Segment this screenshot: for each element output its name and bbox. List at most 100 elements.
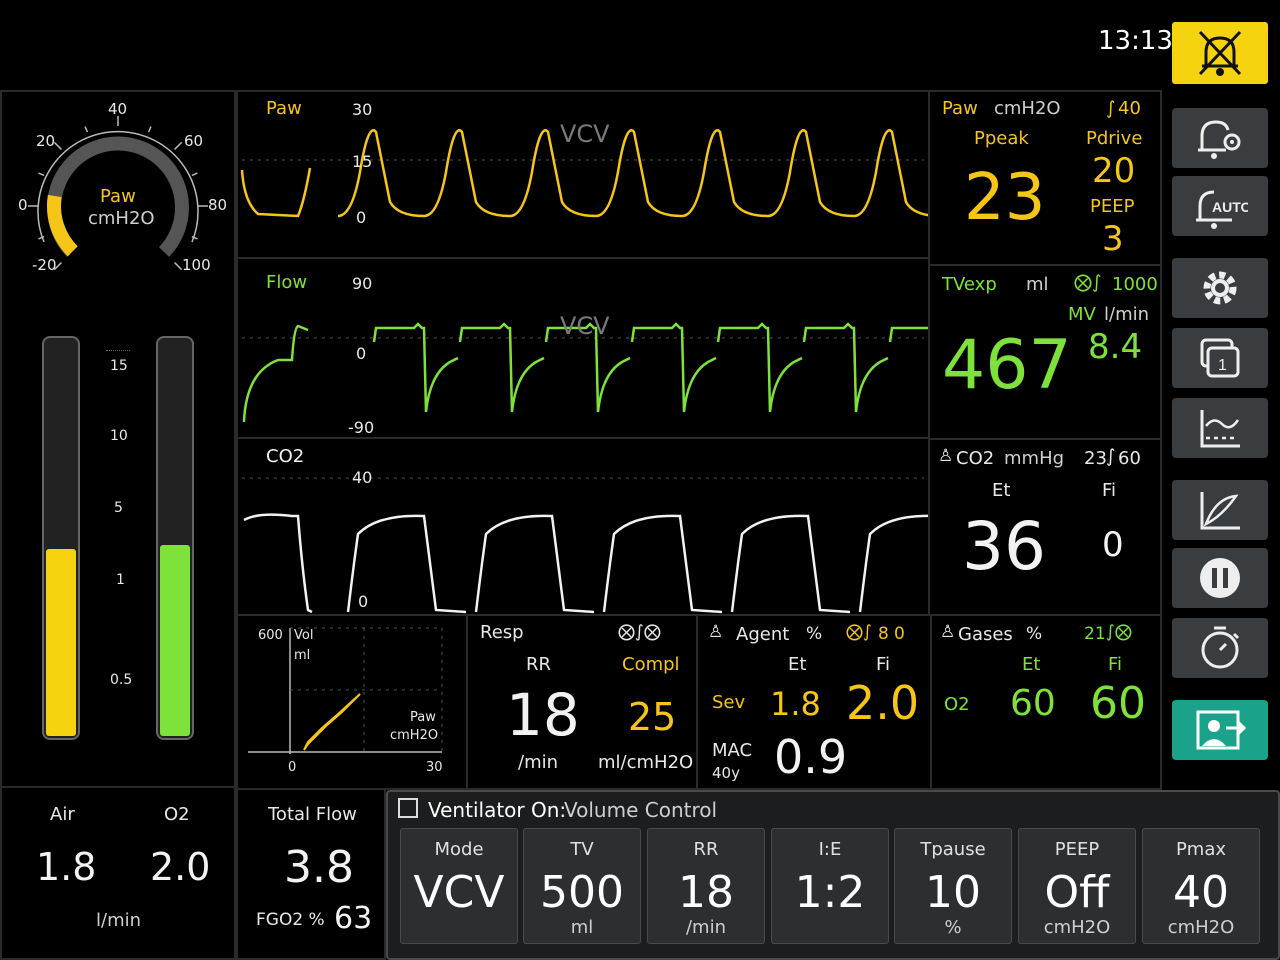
paw-panel-unit: cmH2O: [994, 98, 1061, 119]
agent-fi-label: Fi: [876, 654, 891, 675]
peep-value: 3: [1102, 219, 1124, 259]
mac-value: 0.9: [774, 730, 848, 784]
gauge-tick-100: 100: [182, 256, 211, 274]
flow-unit: l/min: [96, 910, 142, 931]
air-flowmeter-tube: [42, 336, 80, 740]
setting-tv[interactable]: TV 500 ml: [523, 828, 641, 944]
paw-limit: 40: [1118, 98, 1141, 119]
setting-peep[interactable]: PEEP Off cmH2O: [1018, 828, 1136, 944]
flow-scale-1: 1: [116, 572, 125, 588]
fgo2-label: FGO2 %: [256, 910, 325, 930]
timer-button[interactable]: [1172, 618, 1268, 678]
loops-icon: [1200, 492, 1240, 530]
flow-wave-label: Flow: [266, 272, 308, 293]
alarm-auto-icon: AUTO: [1196, 190, 1248, 229]
flow-scale-15: 15: [110, 358, 128, 374]
alarm-silence-button[interactable]: [1172, 22, 1268, 84]
agent-et-value: 1.8: [770, 685, 821, 723]
ventilator-status: Ventilator On:: [428, 798, 567, 822]
fgo2-value: 63: [334, 901, 373, 936]
gauge-tick-60: 60: [184, 132, 204, 150]
compl-label: Compl: [622, 654, 680, 675]
ventilator-mode-title: Volume Control: [564, 798, 718, 822]
pages-icon: 1: [1200, 338, 1240, 378]
tv-limit: 1000: [1112, 274, 1158, 295]
gauge-label: Paw: [100, 186, 136, 207]
exit-case-button[interactable]: [1172, 700, 1268, 760]
alarm-settings-button[interactable]: [1172, 108, 1268, 168]
co2-panel-label: CO2: [956, 448, 995, 469]
svg-text:1: 1: [1218, 357, 1227, 374]
paw-numeric-panel: Paw cmH2O ∫ 40 Ppeak 23 Pdrive 20 PEEP 3: [928, 90, 1162, 266]
trends-icon: [1200, 410, 1240, 448]
setting-tpause[interactable]: Tpause 10 %: [894, 828, 1012, 944]
gases-panel: ♙ Gases % 21 ∫⨂ Et Fi O2 60 60: [930, 614, 1162, 790]
trends-button[interactable]: [1172, 398, 1268, 458]
mv-unit: l/min: [1104, 304, 1150, 325]
co2-scale-zero: 0: [358, 592, 369, 611]
paw-scale-zero: 0: [356, 208, 367, 227]
pause-button[interactable]: [1172, 548, 1268, 608]
agent-alarm-off-icon: ⨂∫: [846, 622, 872, 642]
co2-limit-high: 60: [1118, 448, 1141, 469]
flowmeter-panel: 15 10 5 1 0.5: [0, 290, 236, 788]
ppeak-label: Ppeak: [974, 128, 1029, 149]
loops-button[interactable]: [1172, 480, 1268, 540]
pause-icon: [1200, 558, 1240, 598]
gases-alarm-off-icon: ∫⨂: [1106, 622, 1132, 642]
alarm-auto-button[interactable]: AUTO: [1172, 176, 1268, 236]
agent-et-label: Et: [788, 654, 807, 675]
co2-et-value: 36: [962, 508, 1046, 585]
loop-x-max: 30: [426, 760, 443, 775]
mv-label: MV: [1068, 304, 1096, 325]
setting-pmax[interactable]: Pmax 40 cmH2O: [1142, 828, 1260, 944]
paw-wave-label: Paw: [266, 98, 302, 119]
settings-button[interactable]: [1172, 258, 1268, 318]
air-flow-level: [46, 548, 76, 736]
flow-scale-05: 0.5: [110, 672, 133, 688]
agent-fi-value: 2.0: [846, 676, 920, 730]
exit-case-icon: [1196, 710, 1247, 750]
setting-ie[interactable]: I:E 1:2: [771, 828, 889, 944]
flow-scale-bottom: -90: [348, 418, 375, 437]
o2-flow-value: 2.0: [150, 845, 211, 889]
o2-flow-level: [160, 544, 190, 736]
co2-fi-value: 0: [1102, 525, 1124, 565]
pages-button[interactable]: 1: [1172, 328, 1268, 388]
tv-alarm-icon: ⨂∫: [1074, 272, 1102, 293]
tv-numeric-panel: TVexp ml ⨂∫ 1000 MV l/min 8.4 467: [928, 264, 1162, 440]
co2-waveform: [243, 513, 928, 614]
tvexp-value: 467: [942, 326, 1072, 405]
mac-label: MAC: [712, 740, 753, 761]
gases-unit: %: [1026, 624, 1043, 644]
co2-scale-top: 40: [352, 468, 373, 487]
pv-loop-curve: [303, 693, 361, 751]
setting-rr[interactable]: RR 18 /min: [647, 828, 765, 944]
flow-scale-5: 5: [114, 500, 123, 516]
gas-name: O2: [944, 694, 970, 715]
gases-et-value: 60: [1010, 683, 1056, 724]
total-flow-value: 3.8: [284, 842, 354, 893]
total-flow-panel: Total Flow 3.8 FGO2 % 63: [236, 788, 386, 960]
gauge-tick-40: 40: [108, 100, 128, 118]
co2-patient-icon: ♙: [938, 446, 954, 466]
gauge-tick-80: 80: [208, 196, 228, 214]
co2-numeric-panel: ♙ CO2 mmHg 23 ∫ 60 Et Fi 36 0: [928, 438, 1162, 616]
patient-icon: ♙: [708, 622, 724, 642]
rr-value: 18: [506, 681, 580, 749]
alarm-silence-icon: [1198, 30, 1242, 76]
o2-flowmeter-tube: [156, 336, 194, 740]
rr-label: RR: [526, 654, 552, 675]
setting-mode[interactable]: Mode VCV: [400, 828, 518, 944]
loop-x-unit: cmH2O: [390, 728, 439, 743]
co2-panel-unit: mmHg: [1004, 448, 1065, 469]
loop-y-label: Vol: [294, 628, 314, 643]
gauge-tick-0: 0: [18, 196, 28, 214]
agent-limit: 8: [878, 624, 889, 644]
co2-et-label: Et: [992, 480, 1011, 501]
loop-y-max: 600: [258, 628, 283, 643]
paw-panel-label: Paw: [942, 98, 978, 119]
air-label: Air: [50, 804, 75, 825]
gases-fi-value: 60: [1090, 678, 1146, 729]
gear-icon: [1203, 271, 1237, 305]
